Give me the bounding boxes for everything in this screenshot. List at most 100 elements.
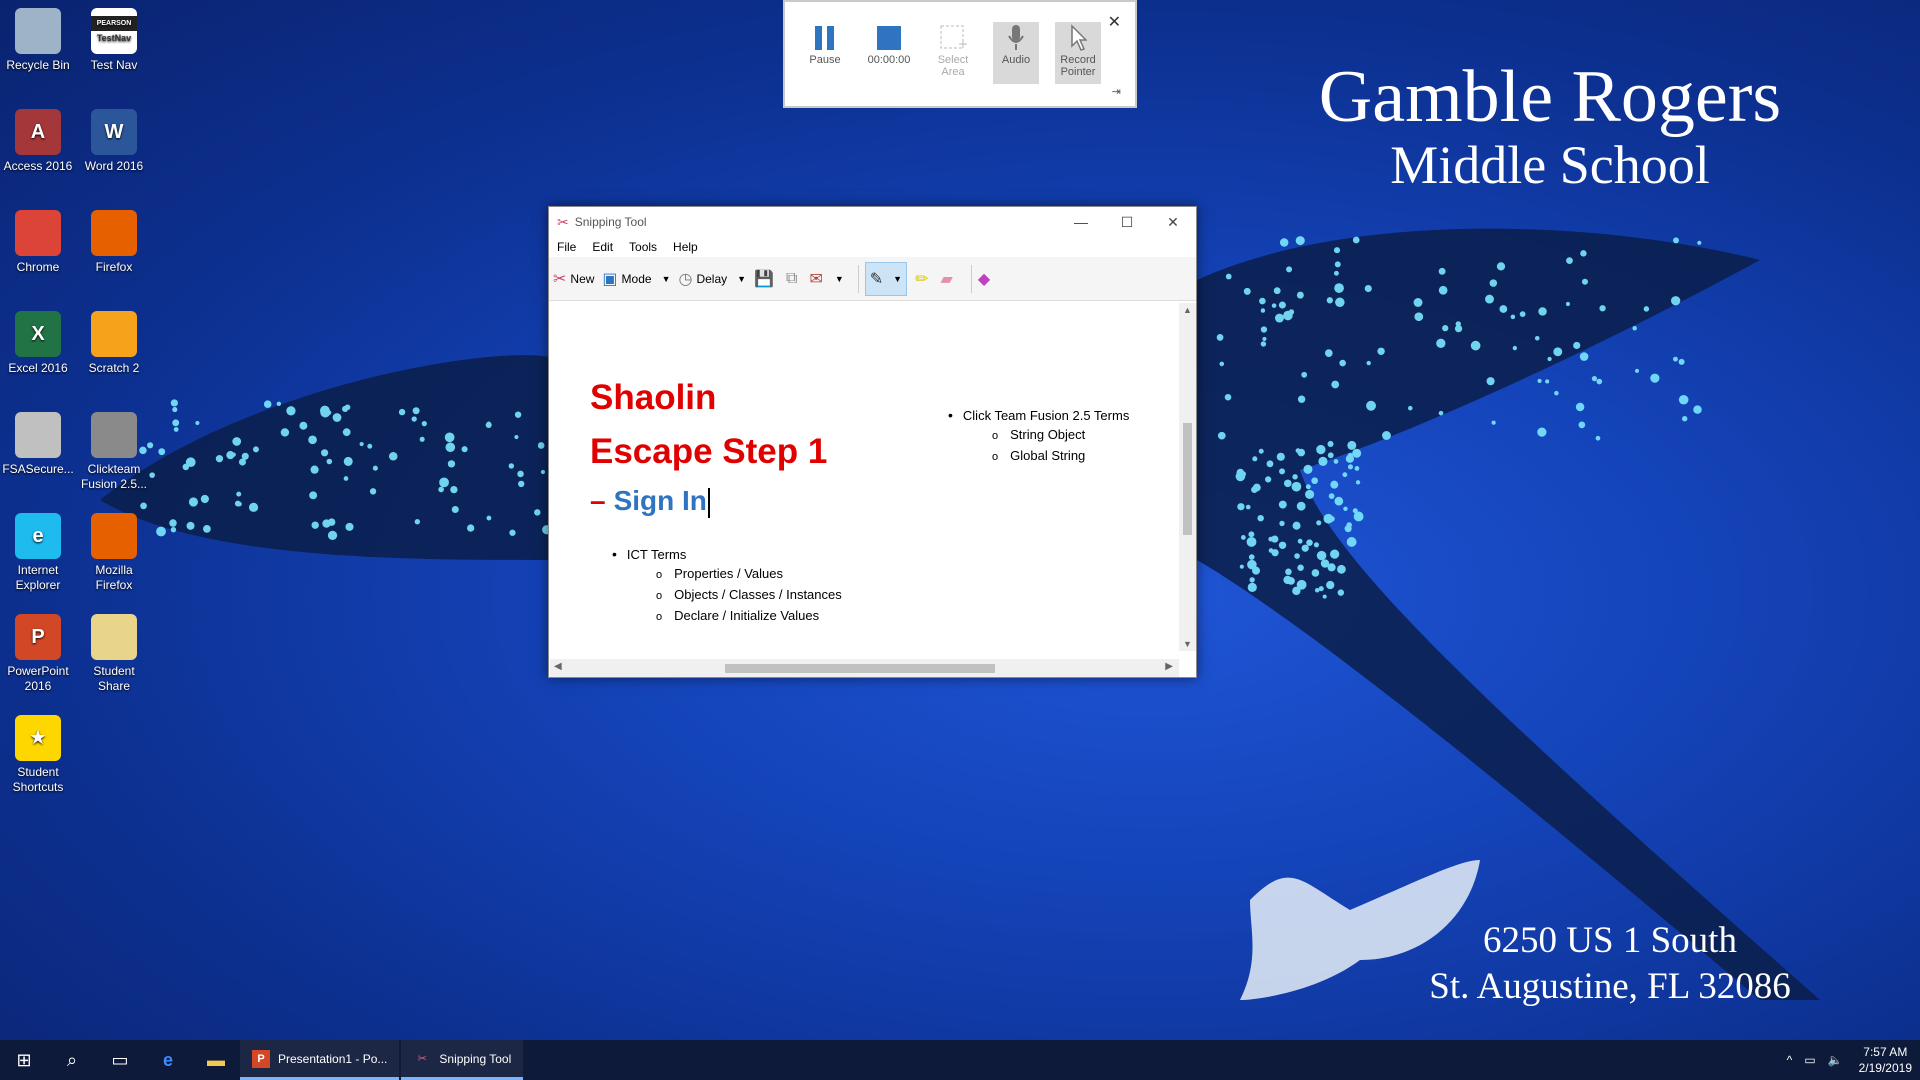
select-area-button[interactable]: Select Area — [925, 22, 981, 84]
desktop-icon-label: Mozilla Firefox — [95, 563, 133, 592]
desktop-icon[interactable]: Scratch 2 — [76, 311, 152, 376]
desktop-icon-label: Student Shortcuts — [12, 765, 64, 794]
chevron-up-icon[interactable]: ^ — [1787, 1053, 1793, 1067]
volume-icon[interactable]: 🔈 — [1828, 1053, 1843, 1067]
slide-subtitle: – Sign In — [590, 485, 710, 518]
list-item: Declare / Initialize Values — [612, 606, 842, 627]
copy-icon: ⧉ — [786, 269, 798, 287]
menu-bar: File Edit Tools Help — [549, 237, 1196, 257]
vertical-scrollbar[interactable]: ▲ ▼ — [1179, 303, 1196, 651]
pause-button[interactable]: Pause — [797, 22, 853, 84]
edge-icon: e — [162, 1049, 173, 1070]
pause-icon — [797, 22, 853, 54]
paint-3d-button[interactable]: ◆ — [978, 269, 994, 289]
audio-button[interactable]: Audio — [993, 22, 1039, 84]
desktop-icon[interactable]: Firefox — [76, 210, 152, 275]
network-icon[interactable]: ▭ — [1804, 1053, 1815, 1067]
taskbar-app-powerpoint[interactable]: P Presentation1 - Po... — [240, 1040, 400, 1080]
desktop-icon[interactable]: A Access 2016 — [0, 109, 76, 174]
search-button[interactable]: ⌕ — [48, 1040, 96, 1080]
address-line1: 6250 US 1 South — [1483, 920, 1737, 961]
vertical-scroll-thumb[interactable] — [1183, 423, 1192, 535]
chevron-down-icon[interactable]: ▼ — [893, 274, 902, 284]
star-icon: ★ — [15, 715, 61, 761]
save-button[interactable]: 💾 — [754, 269, 778, 289]
taskbar-app-snipping-tool[interactable]: ✂ Snipping Tool — [401, 1040, 524, 1080]
desktop-icon[interactable]: X Excel 2016 — [0, 311, 76, 376]
pen-button[interactable]: ✎ ▼ — [864, 261, 908, 296]
desktop-icon[interactable]: Student Share — [76, 614, 152, 694]
chevron-down-icon[interactable]: ▼ — [737, 274, 746, 284]
horizontal-scrollbar[interactable]: ◀ ▶ — [550, 659, 1179, 677]
list-item: Properties / Values — [612, 564, 842, 585]
highlighter-button[interactable]: ✏ — [915, 269, 932, 289]
desktop-icon[interactable]: FSASecure... — [0, 412, 76, 477]
desktop-icon[interactable]: Mozilla Firefox — [76, 513, 152, 593]
powerpoint-icon: P — [252, 1049, 270, 1068]
task-view-button[interactable]: ▭ — [96, 1040, 144, 1080]
snipping-tool-icon: ✂ — [417, 1053, 428, 1065]
text-caret — [707, 487, 710, 518]
file-explorer-button[interactable]: ▬ — [192, 1040, 240, 1080]
delay-button[interactable]: ◷ Delay ▼ — [679, 269, 747, 289]
recycle-bin-icon — [15, 8, 61, 54]
scroll-down-icon[interactable]: ▼ — [1179, 639, 1196, 649]
list-item: ICT Terms — [612, 545, 842, 564]
scroll-right-icon[interactable]: ▶ — [1165, 661, 1173, 672]
desktop-icon[interactable]: P PowerPoint 2016 — [0, 614, 76, 694]
select-area-label-1: Select — [937, 54, 969, 66]
maximize-button[interactable]: ☐ — [1104, 214, 1150, 231]
fsa-secure-icon — [15, 412, 61, 458]
desktop-icon-label: Access 2016 — [3, 159, 73, 173]
list-item: Objects / Classes / Instances — [612, 585, 842, 606]
menu-edit[interactable]: Edit — [592, 240, 613, 254]
send-snip-button[interactable]: ✉ ▼ — [809, 269, 843, 289]
menu-help[interactable]: Help — [673, 240, 698, 254]
snipping-tool-icon: ✂ — [557, 213, 569, 230]
chevron-down-icon[interactable]: ▼ — [835, 274, 844, 284]
new-snip-button[interactable]: ✂ New — [553, 269, 594, 289]
horizontal-scroll-thumb[interactable] — [725, 664, 995, 673]
desktop-icon-label: Excel 2016 — [8, 361, 68, 375]
stop-button[interactable]: 00:00:00 — [861, 22, 917, 84]
desktop-icon[interactable]: W Word 2016 — [76, 109, 152, 174]
desktop-icon[interactable]: ★ Student Shortcuts — [0, 715, 76, 795]
pin-icon[interactable]: ⇥ — [1112, 85, 1121, 98]
list-item: String Object — [948, 425, 1129, 446]
clock[interactable]: 7:57 AM 2/19/2019 — [1859, 1044, 1912, 1076]
copy-button[interactable]: ⧉ — [786, 270, 801, 288]
recorder-close-button[interactable]: ✕ — [1108, 12, 1121, 32]
desktop-icon[interactable]: Chrome — [0, 210, 76, 275]
edge-button[interactable]: e — [144, 1040, 192, 1080]
school-address: 6250 US 1 South St. Augustine, FL 32086 — [1400, 918, 1820, 1010]
school-name-line1: Gamble Rogers — [1318, 56, 1782, 138]
paint-3d-icon: ◆ — [977, 270, 991, 288]
chevron-down-icon[interactable]: ▼ — [662, 274, 671, 284]
eraser-button[interactable]: ▰ — [941, 269, 957, 289]
desktop-icon[interactable]: e Internet Explorer — [0, 513, 76, 593]
close-button[interactable]: ✕ — [1150, 214, 1196, 231]
start-button[interactable]: ⊞ — [0, 1040, 48, 1080]
desktop-icon-label: Word 2016 — [84, 159, 144, 173]
desktop-icon[interactable]: Clickteam Fusion 2.5... — [76, 412, 152, 492]
snip-canvas[interactable]: Shaolin Escape Step 1 –Sign In ICT Terms… — [550, 303, 1179, 651]
mode-button[interactable]: ▣ Mode ▼ — [602, 269, 670, 289]
desktop-icon[interactable]: Recycle Bin — [0, 8, 76, 73]
mozilla-firefox-icon — [91, 513, 137, 559]
scroll-left-icon[interactable]: ◀ — [554, 661, 562, 672]
record-pointer-label-2: Pointer — [1060, 66, 1096, 78]
minimize-button[interactable]: — — [1058, 214, 1104, 231]
mode-icon: ▣ — [602, 270, 618, 288]
pearson-badge: PEARSON — [91, 16, 137, 31]
desktop-icon-label: Clickteam Fusion 2.5... — [80, 462, 148, 491]
list-item: Click Team Fusion 2.5 Terms — [948, 406, 1129, 425]
pen-icon: ✎ — [869, 270, 884, 288]
record-pointer-button[interactable]: Record Pointer — [1055, 22, 1101, 84]
scroll-up-icon[interactable]: ▲ — [1179, 305, 1196, 315]
excel-icon: X — [15, 311, 61, 357]
desktop-icon[interactable]: PEARSON TestNav Test Nav — [76, 8, 152, 73]
menu-file[interactable]: File — [557, 240, 576, 254]
right-bullet-list: Click Team Fusion 2.5 Terms String Objec… — [948, 406, 1129, 467]
title-bar[interactable]: ✂ Snipping Tool — ☐ ✕ — [549, 207, 1196, 237]
menu-tools[interactable]: Tools — [629, 240, 657, 254]
